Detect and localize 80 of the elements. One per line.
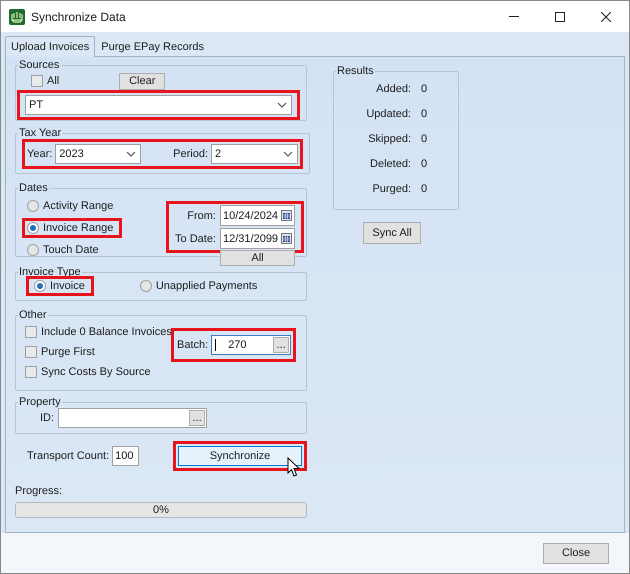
radio-label: Invoice xyxy=(50,279,85,293)
mouse-pointer-icon xyxy=(287,457,301,478)
field-label: Period: xyxy=(173,147,208,161)
radio-button[interactable] xyxy=(140,280,152,292)
window-title: Synchronize Data xyxy=(31,10,126,24)
date-field[interactable]: 12/31/2099 xyxy=(220,228,295,249)
all-button[interactable]: All xyxy=(220,250,295,266)
dropdown[interactable]: 2 xyxy=(211,144,298,164)
field-label: Batch: xyxy=(177,338,208,352)
group-label: Invoice Type xyxy=(18,265,82,279)
chevron-down-icon xyxy=(283,151,293,157)
dropdown-value: 2023 xyxy=(59,147,84,161)
checkbox[interactable] xyxy=(25,326,37,338)
group-label: Dates xyxy=(18,181,49,195)
progress-reading: 0% xyxy=(153,503,169,517)
sync-all-button[interactable]: Sync All xyxy=(363,222,421,244)
result-label: Added: xyxy=(375,82,411,96)
clear-button[interactable]: Clear xyxy=(119,72,166,90)
calendar-icon xyxy=(281,233,292,244)
result-value: 0 xyxy=(421,157,428,171)
date-value: 10/24/2024 xyxy=(223,208,278,222)
checkbox[interactable] xyxy=(31,75,43,87)
browse-button[interactable]: ... xyxy=(273,337,290,353)
checkbox-label: Sync Costs By Source xyxy=(41,365,150,379)
id-field[interactable]: ... xyxy=(58,408,208,428)
maximize-icon xyxy=(555,12,565,22)
chevron-down-icon xyxy=(126,151,136,157)
group-label: Other xyxy=(18,308,48,322)
field-label: To Date: xyxy=(175,232,216,246)
result-label: Deleted: xyxy=(369,157,411,171)
date-value: 12/31/2099 xyxy=(223,232,278,246)
checkbox-label: Include 0 Balance Invoices xyxy=(41,325,172,339)
browse-button[interactable]: ... xyxy=(189,410,206,426)
field-value: 100 xyxy=(115,449,134,463)
minimize-icon xyxy=(509,16,519,17)
date-field[interactable]: 10/24/2024 xyxy=(220,205,295,226)
radio-button[interactable] xyxy=(27,244,39,256)
text-cursor xyxy=(215,339,216,351)
dropdown-value: PT xyxy=(29,98,44,112)
field-label: Year: xyxy=(27,147,52,161)
radio-label: Unapplied Payments xyxy=(156,279,258,293)
radio-label: Invoice Range xyxy=(43,221,114,235)
radio-button[interactable] xyxy=(27,200,39,212)
progress-label: Progress: xyxy=(15,484,62,498)
tab[interactable]: Upload Invoices xyxy=(5,36,96,57)
close-button[interactable]: Close xyxy=(543,542,609,564)
result-value: 0 xyxy=(421,132,428,146)
app-icon xyxy=(9,8,25,24)
radio-label: Touch Date xyxy=(43,243,99,257)
result-value: 0 xyxy=(421,107,428,121)
result-value: 0 xyxy=(421,182,428,196)
field-value: 270 xyxy=(228,338,247,352)
group-label: Property xyxy=(18,395,62,409)
batch-field[interactable]: 270 ... xyxy=(211,335,292,355)
group-label: Tax Year xyxy=(18,126,62,140)
dropdown[interactable]: PT xyxy=(25,95,292,115)
field-label: From: xyxy=(187,208,216,222)
chevron-down-icon xyxy=(277,102,287,108)
radio-button[interactable] xyxy=(34,280,46,292)
checkbox-label: All xyxy=(47,74,60,88)
transport-count-field[interactable]: 100 xyxy=(112,446,139,466)
checkbox[interactable] xyxy=(25,366,37,378)
group-label: Sources xyxy=(18,58,60,72)
tab[interactable]: Purge EPay Records xyxy=(95,38,210,56)
result-label: Skipped: xyxy=(367,132,411,146)
dropdown[interactable]: 2023 xyxy=(55,144,142,164)
checkbox[interactable] xyxy=(25,346,37,358)
checkbox-label: Purge First xyxy=(41,345,95,359)
group-label: Results xyxy=(336,64,375,78)
field-label: Transport Count: xyxy=(27,449,110,463)
result-value: 0 xyxy=(421,82,428,96)
calendar-icon xyxy=(281,210,292,221)
dropdown-value: 2 xyxy=(215,147,222,161)
radio-button[interactable] xyxy=(27,222,39,234)
close-icon xyxy=(601,12,611,22)
radio-label: Activity Range xyxy=(43,199,114,213)
result-label: Updated: xyxy=(365,107,411,121)
synchronize-button[interactable]: Synchronize xyxy=(178,446,302,466)
result-label: Purged: xyxy=(371,182,411,196)
field-label: ID: xyxy=(40,411,54,425)
